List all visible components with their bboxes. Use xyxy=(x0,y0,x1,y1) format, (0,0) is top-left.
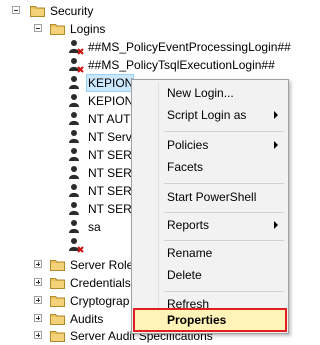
menu-item-label: Script Login as xyxy=(167,108,247,122)
menu-item-script-login-as[interactable]: Script Login as xyxy=(134,104,286,126)
menu-item-delete[interactable]: Delete xyxy=(134,264,286,286)
menu-separator xyxy=(164,291,284,292)
menu-item-label: Facets xyxy=(167,160,204,174)
menu-separator xyxy=(164,212,284,213)
folder-icon xyxy=(50,259,65,271)
login-user-icon xyxy=(68,201,84,217)
tree-label: Audits xyxy=(70,312,104,326)
expand-icon[interactable] xyxy=(34,260,42,268)
login-label: ##MS_PolicyEventProcessingLogin## xyxy=(88,40,291,54)
collapse-icon[interactable] xyxy=(12,6,20,14)
menu-item-facets[interactable]: Facets xyxy=(134,156,286,178)
submenu-arrow-icon xyxy=(274,111,278,119)
tree-label: Credentials xyxy=(70,276,131,290)
tree-label: Server Roles xyxy=(70,258,140,272)
menu-item-start-powershell[interactable]: Start PowerShell xyxy=(134,186,286,208)
folder-icon xyxy=(30,5,45,17)
submenu-arrow-icon xyxy=(274,221,278,229)
login-disabled-icon xyxy=(68,57,84,73)
login-label: KEPION xyxy=(88,94,134,108)
login-user-icon xyxy=(68,93,84,109)
login-disabled-icon xyxy=(68,39,84,55)
expand-icon[interactable] xyxy=(34,314,42,322)
tree-label-security: Security xyxy=(50,4,94,18)
menu-item-label: Properties xyxy=(167,313,227,327)
menu-item-reports[interactable]: Reports xyxy=(134,214,286,236)
menu-item-label: Policies xyxy=(167,138,209,152)
login-label: NT AUT xyxy=(88,112,131,126)
folder-icon xyxy=(50,295,65,307)
menu-item-properties[interactable]: Properties xyxy=(133,308,287,332)
tree-node-security[interactable]: Security xyxy=(0,2,305,20)
menu-item-label: Start PowerShell xyxy=(167,190,257,204)
expand-icon[interactable] xyxy=(34,296,42,304)
menu-separator xyxy=(164,131,284,132)
login-user-icon xyxy=(68,147,84,163)
login-label: sa xyxy=(88,220,101,234)
login-user-icon xyxy=(68,111,84,127)
menu-item-label: Rename xyxy=(167,246,213,260)
login-user-icon xyxy=(68,183,84,199)
menu-item-label: Reports xyxy=(167,218,210,232)
expand-icon[interactable] xyxy=(34,331,42,339)
tree-node-logins[interactable]: Logins xyxy=(0,20,305,38)
menu-item-new-login[interactable]: New Login... xyxy=(134,82,286,104)
login-item[interactable]: ##MS_PolicyEventProcessingLogin## xyxy=(0,38,305,56)
folder-icon xyxy=(50,313,65,325)
menu-item-label: New Login... xyxy=(167,86,234,100)
expand-icon[interactable] xyxy=(34,278,42,286)
login-label: KEPION xyxy=(88,76,134,90)
login-user-icon xyxy=(68,219,84,235)
collapse-icon[interactable] xyxy=(34,24,42,32)
login-user-icon xyxy=(68,129,84,145)
submenu-arrow-icon xyxy=(274,141,278,149)
menu-item-policies[interactable]: Policies xyxy=(134,134,286,156)
folder-icon xyxy=(50,23,65,35)
login-user-icon xyxy=(68,75,84,91)
folder-icon xyxy=(50,330,65,342)
login-disabled-icon xyxy=(68,237,84,253)
login-label: ##MS_PolicyTsqlExecutionLogin## xyxy=(88,58,275,72)
context-menu: New Login... Script Login as Policies Fa… xyxy=(131,79,289,334)
menu-separator xyxy=(164,240,284,241)
folder-icon xyxy=(50,277,65,289)
tree-label: Cryptograp xyxy=(70,294,130,308)
menu-item-rename[interactable]: Rename xyxy=(134,242,286,264)
login-label: NT Serv xyxy=(88,130,132,144)
tree-label-logins: Logins xyxy=(70,22,106,36)
login-user-icon xyxy=(68,165,84,181)
login-item[interactable]: ##MS_PolicyTsqlExecutionLogin## xyxy=(0,56,305,74)
menu-separator xyxy=(164,183,284,184)
menu-item-label: Delete xyxy=(167,268,202,282)
